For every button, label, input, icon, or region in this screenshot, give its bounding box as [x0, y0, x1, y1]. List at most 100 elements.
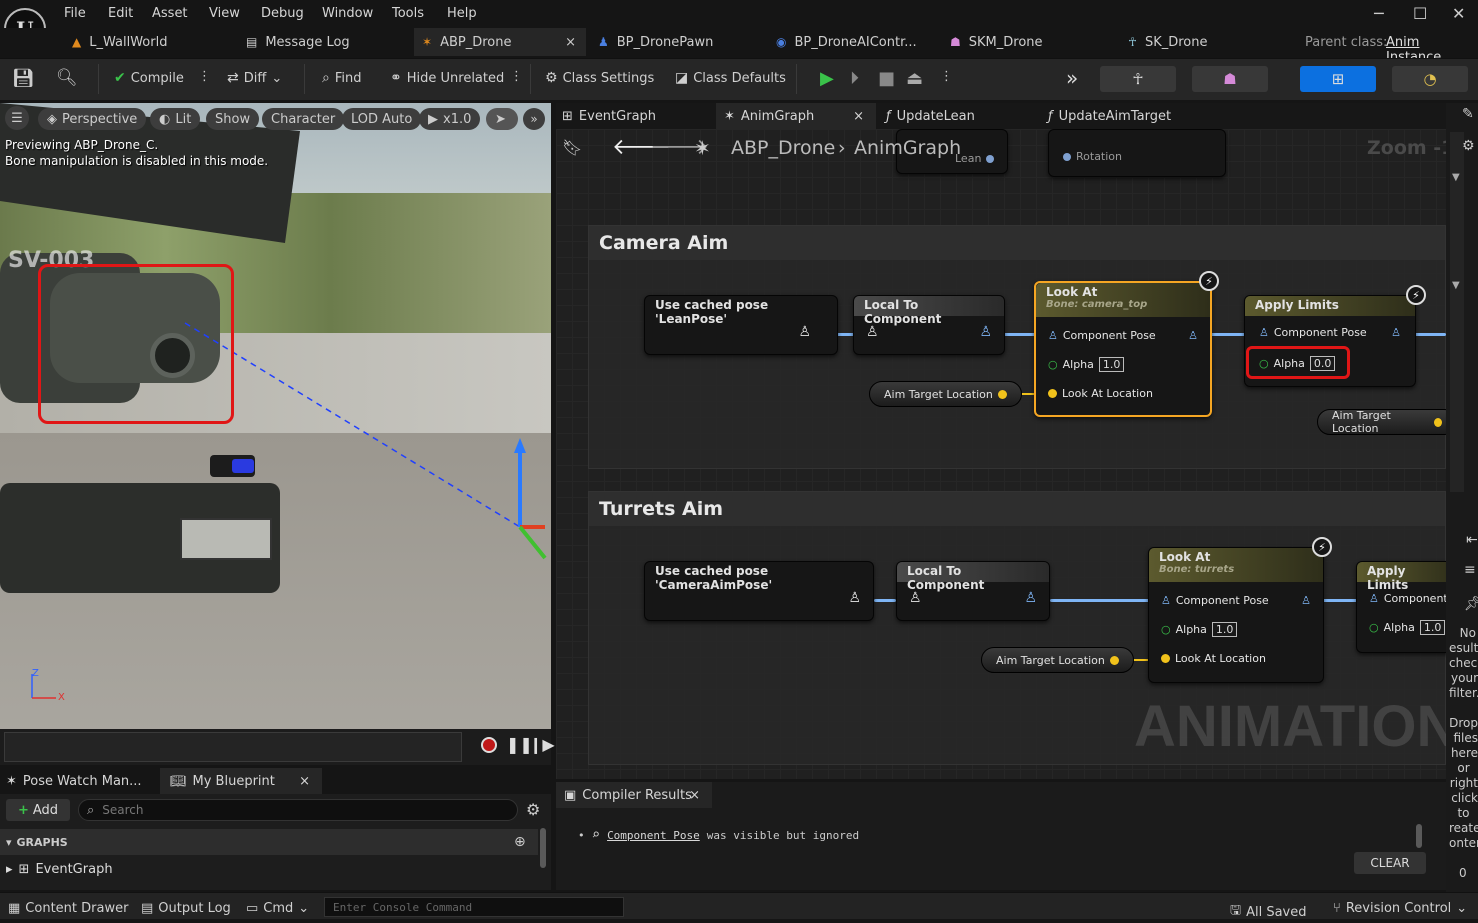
save-icon[interactable]: 💾︎: [12, 68, 35, 89]
pose-out-pin-icon[interactable]: ♙: [1024, 590, 1037, 606]
tab-eventgraph[interactable]: ⊞ EventGraph: [562, 103, 656, 129]
pose-out-pin-icon[interactable]: ♙: [798, 324, 811, 340]
eventgraph-item[interactable]: ▸ ⊞ EventGraph: [0, 858, 538, 880]
content-drawer-button[interactable]: ▦ Content Drawer: [8, 901, 128, 916]
close-window-icon[interactable]: ✕: [1452, 4, 1465, 23]
tab-message-log[interactable]: ▤ Message Log: [246, 28, 406, 56]
class-defaults-button[interactable]: ◪ Class Defaults: [675, 70, 786, 86]
scroll-down-icon[interactable]: ▼: [1452, 172, 1460, 183]
panel-scrollbar[interactable]: [540, 828, 546, 868]
breadcrumb-asset[interactable]: ABP_Drone: [731, 137, 835, 159]
perspective-button[interactable]: ◈ Perspective: [38, 108, 147, 130]
alpha-value-field[interactable]: 1.0: [1419, 620, 1446, 635]
output-log-button[interactable]: ▤ Output Log: [141, 901, 231, 916]
pin-icon[interactable]: 📌︎: [1464, 596, 1478, 612]
select-mode-button[interactable]: ➤: [486, 108, 518, 130]
message-link[interactable]: Component Pose: [607, 829, 700, 842]
pose-out-pin-icon[interactable]: ♙: [1301, 594, 1311, 607]
viewport-menu-icon[interactable]: ☰: [5, 106, 29, 130]
close-tab-icon[interactable]: ×: [565, 35, 576, 50]
character-button[interactable]: Character: [262, 108, 345, 130]
component-pose-pin[interactable]: ♙ Component Pose: [1048, 329, 1156, 342]
play-forward-icon[interactable]: ❙▶: [529, 735, 555, 754]
expand-viewport-icon[interactable]: »: [523, 108, 545, 130]
look-at-location-pin[interactable]: Look At Location: [1161, 652, 1266, 665]
apply-limits-turrets-node[interactable]: Apply Limits ♙ Component ○ Alpha 1.0: [1356, 561, 1446, 653]
lit-button[interactable]: ◐ Lit: [150, 108, 201, 130]
blueprint-search-input[interactable]: ⌕ Search: [78, 799, 518, 821]
component-pose-pin[interactable]: ♙ Component Pose: [1161, 594, 1269, 607]
cached-pose-cameraaimpose-node[interactable]: Use cached pose 'CameraAimPose' ♙: [644, 561, 874, 621]
alpha-pin[interactable]: ○ Alpha 1.0: [1161, 622, 1238, 637]
blueprint-mode-button[interactable]: ⊞: [1300, 66, 1376, 92]
component-pose-pin[interactable]: ♙ Component Pose: [1259, 326, 1367, 339]
alpha-pin[interactable]: ○ Alpha 1.0: [1369, 620, 1446, 635]
cached-pose-leanpose-node[interactable]: Use cached pose 'LeanPose' ♙: [644, 295, 838, 355]
compiler-scrollbar[interactable]: [1416, 824, 1422, 848]
bookmark-icon[interactable]: 🔖︎: [562, 138, 582, 157]
skeleton-mode-button[interactable]: ☥: [1100, 66, 1176, 92]
filter-icon[interactable]: ≡: [1464, 562, 1476, 578]
cmd-dropdown[interactable]: ▭ Cmd ⌄: [246, 901, 309, 916]
tab-l-wallworld[interactable]: ▲ L_WallWorld: [72, 28, 232, 56]
aim-target-location-getter[interactable]: Aim Target Location: [869, 381, 1022, 407]
menu-debug[interactable]: Debug: [261, 6, 304, 21]
alpha-value-field[interactable]: 1.0: [1211, 622, 1238, 637]
local-to-component-turrets-node[interactable]: Local To Component ♙ ♙: [896, 561, 1050, 621]
tab-bp-droneaicontroller[interactable]: ◉ BP_DroneAIContr...: [776, 28, 936, 56]
pose-out-pin-icon[interactable]: ♙: [1188, 329, 1198, 342]
tab-animgraph[interactable]: ✶ AnimGraph ×: [716, 103, 876, 129]
menu-window[interactable]: Window: [322, 6, 373, 21]
step-icon[interactable]: ⏵: [850, 68, 859, 89]
breadcrumb-graph[interactable]: AnimGraph: [854, 137, 961, 159]
tab-my-blueprint[interactable]: 📖︎ My Blueprint ×: [160, 768, 322, 794]
physics-mode-button[interactable]: ◔: [1392, 66, 1468, 92]
gear-icon[interactable]: ⚙: [526, 800, 540, 819]
component-pose-pin[interactable]: ♙ Component: [1369, 592, 1446, 605]
pose-in-pin-icon[interactable]: ♙: [909, 590, 922, 606]
class-settings-button[interactable]: ⚙ Class Settings: [545, 70, 654, 86]
rotation-node-fragment[interactable]: Rotation: [1048, 129, 1226, 177]
lod-button[interactable]: LOD Auto: [342, 108, 422, 130]
menu-view[interactable]: View: [209, 6, 240, 21]
tab-updatelean[interactable]: ƒ UpdateLean: [886, 103, 975, 129]
look-at-turrets-node[interactable]: Look At Bone: turrets ♙ Component Pose ♙ …: [1148, 547, 1324, 683]
menu-tools[interactable]: Tools: [392, 6, 424, 21]
diff-button[interactable]: ⇄ Diff ⌄: [227, 70, 282, 86]
tab-updateaimtarget[interactable]: ƒ UpdateAimTarget: [1048, 103, 1171, 129]
anim-graph-canvas[interactable]: Lean Rotation Camera Aim Turrets Aim Use…: [556, 129, 1446, 779]
tab-abp-drone[interactable]: ✶ ABP_Drone ×: [414, 28, 586, 56]
maximize-icon[interactable]: ☐: [1413, 4, 1427, 23]
collapse-icon[interactable]: ⇤: [1466, 532, 1478, 548]
scroll-down-icon[interactable]: ▼: [1452, 280, 1460, 291]
right-scrollbar[interactable]: [1450, 132, 1464, 492]
eject-icon[interactable]: ⏏: [906, 68, 923, 89]
menu-asset[interactable]: Asset: [152, 6, 188, 21]
edit-icon[interactable]: ✎: [1462, 106, 1474, 122]
clear-button[interactable]: CLEAR: [1354, 852, 1426, 874]
tab-sk-drone[interactable]: ☥ SK_Drone: [1128, 28, 1278, 56]
close-tab-icon[interactable]: ×: [853, 109, 864, 124]
look-at-location-pin[interactable]: Look At Location: [1048, 387, 1153, 400]
menu-help[interactable]: Help: [447, 6, 477, 21]
menu-edit[interactable]: Edit: [108, 6, 133, 21]
playback-speed-button[interactable]: ▶ x1.0: [419, 108, 481, 130]
look-at-camera-node[interactable]: Look At Bone: camera_top ♙ Component Pose…: [1034, 281, 1212, 417]
pose-out-pin-icon[interactable]: ♙: [979, 324, 992, 340]
play-options-icon[interactable]: ⋮: [940, 69, 953, 84]
hide-options-icon[interactable]: ⋮: [510, 69, 523, 84]
compile-options-icon[interactable]: ⋮: [198, 69, 211, 84]
add-graph-icon[interactable]: ⊕: [514, 834, 526, 850]
play-icon[interactable]: ▶: [820, 68, 834, 89]
show-button[interactable]: Show: [206, 108, 260, 130]
local-to-component-node[interactable]: Local To Component ♙ ♙: [853, 295, 1005, 355]
hide-unrelated-button[interactable]: ⚭ Hide Unrelated: [390, 70, 504, 86]
aim-target-location-getter-turrets[interactable]: Aim Target Location: [981, 647, 1134, 673]
tab-bp-dronepawn[interactable]: ♟ BP_DronePawn: [598, 28, 768, 56]
close-tab-icon[interactable]: ×: [689, 788, 700, 803]
minimize-icon[interactable]: ─: [1374, 4, 1384, 23]
pose-in-pin-icon[interactable]: ♙: [866, 324, 879, 340]
menu-file[interactable]: File: [64, 6, 86, 21]
close-tab-icon[interactable]: ×: [299, 774, 310, 789]
alpha-value-field[interactable]: 1.0: [1098, 357, 1125, 372]
